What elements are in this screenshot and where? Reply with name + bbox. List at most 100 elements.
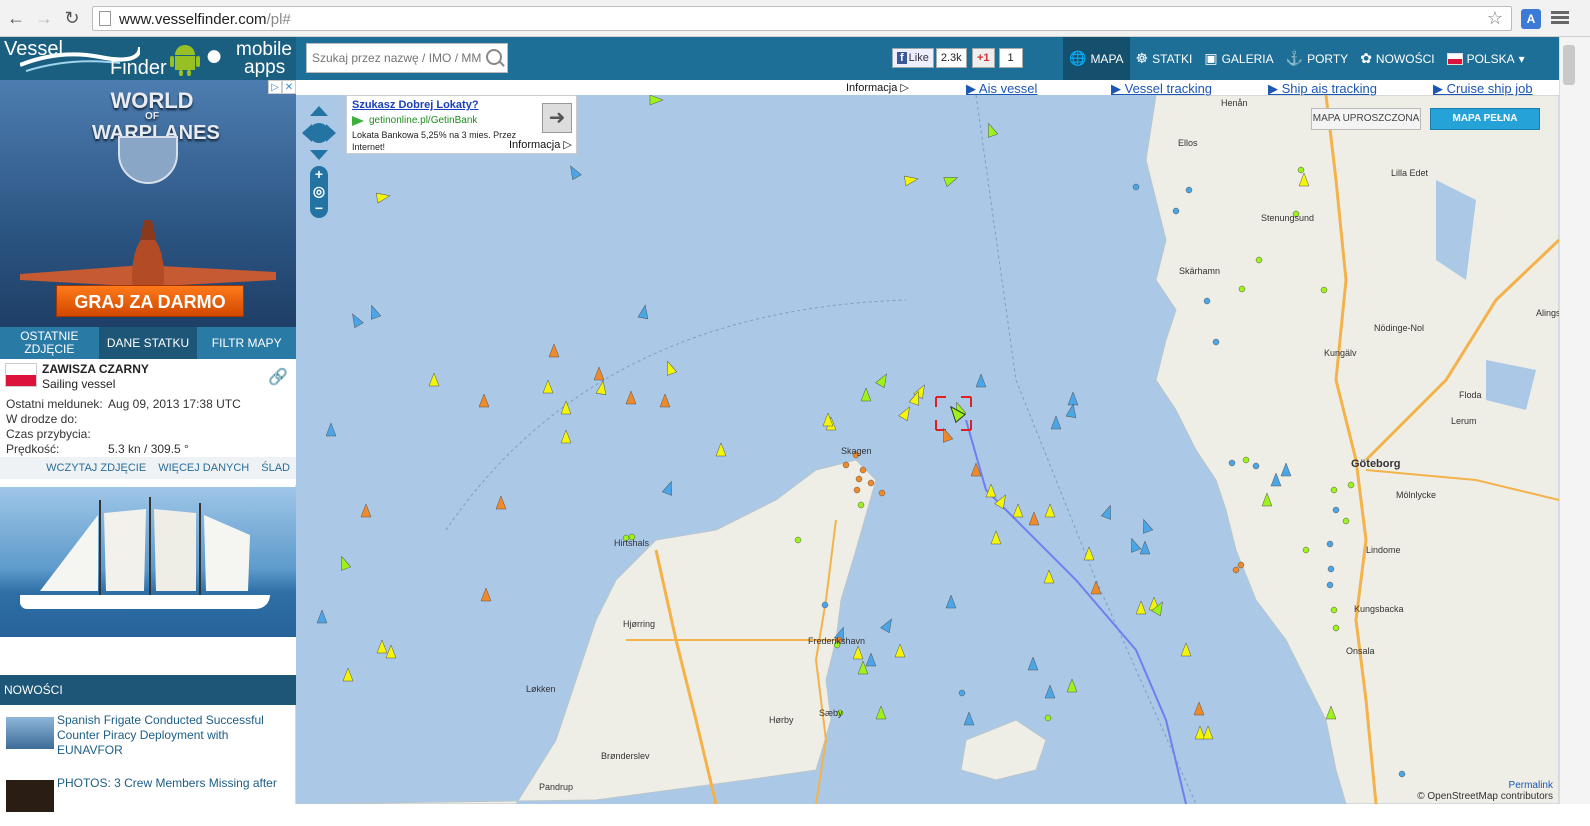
simple-map-button[interactable]: MAPA UPROSZCZONA [1311,108,1421,130]
anchored-vessel-dot[interactable] [1237,561,1245,569]
vessel-marker-icon[interactable] [975,373,987,388]
anchored-vessel-dot[interactable] [1238,285,1246,293]
anchored-vessel-dot[interactable] [1330,606,1338,614]
apple-icon[interactable]: ● [205,39,223,73]
search-input[interactable] [307,44,482,72]
vessel-marker-icon[interactable] [360,503,372,518]
pan-control[interactable] [302,106,336,160]
anchored-vessel-dot[interactable] [1320,286,1328,294]
vessel-marker-icon[interactable] [1100,504,1115,520]
nav-news[interactable]: ✿ NOWOŚCI [1354,37,1440,80]
anchored-vessel-dot[interactable] [1232,566,1240,574]
anchored-vessel-dot[interactable] [1228,459,1236,467]
address-bar[interactable]: www.vesselfinder.com/pl# ☆ [92,6,1512,31]
anchored-vessel-dot[interactable] [1330,486,1338,494]
bookmark-star-icon[interactable]: ☆ [1487,8,1503,29]
anchored-vessel-dot[interactable] [1252,462,1260,470]
tab-map-filter[interactable]: FILTR MAPY [197,327,296,359]
vessel-map[interactable]: Informacja ▷ ▶ Ais vessel ▶ Vessel track… [296,80,1559,804]
vessel-marker-icon[interactable] [316,609,328,624]
vessel-marker-icon[interactable] [1067,391,1079,406]
anchored-vessel-dot[interactable] [878,489,886,497]
anchored-vessel-dot[interactable] [1326,581,1334,589]
news-title[interactable]: PHOTOS: 3 Crew Members Missing after [57,776,287,791]
ad-link-ais-vessel[interactable]: ▶ Ais vessel [966,81,1037,97]
map-ad-title[interactable]: Szukasz Dobrej Lokaty? [352,99,479,111]
vessel-marker-icon[interactable] [715,442,727,457]
vessel-marker-icon[interactable] [1180,642,1192,657]
anchored-vessel-dot[interactable] [855,475,863,483]
ad-banner-world-of-warplanes[interactable]: ▷ ✕ WORLD OF WARPLANES GRAJ ZA DARMO [0,80,296,327]
vessel-marker-icon[interactable] [1135,600,1147,615]
vessel-marker-icon[interactable] [480,587,492,602]
vessel-marker-icon[interactable] [945,594,957,609]
map-ad-info[interactable]: Informacja ▷ [509,138,572,151]
anchored-vessel-dot[interactable] [1172,207,1180,215]
ad-close-icon[interactable]: ✕ [282,80,296,94]
anchored-vessel-dot[interactable] [1398,770,1406,778]
vessel-marker-icon[interactable] [376,639,388,654]
vessel-marker-icon[interactable] [943,173,960,188]
anchored-vessel-dot[interactable] [859,466,867,474]
anchored-vessel-dot[interactable] [842,461,850,469]
android-icon[interactable] [169,41,201,77]
vessel-marker-icon[interactable] [1193,701,1205,716]
anchored-vessel-dot[interactable] [1302,546,1310,554]
vessel-marker-icon[interactable] [1027,656,1039,671]
vessel-marker-icon[interactable] [548,343,560,358]
anchored-vessel-dot[interactable] [857,501,865,509]
vessel-marker-icon[interactable] [663,360,678,376]
map-ad-arrow-button[interactable]: ➜ [542,103,572,133]
vessel-marker-icon[interactable] [1028,511,1040,526]
translate-extension-icon[interactable]: A [1521,9,1541,29]
vessel-marker-icon[interactable] [375,191,391,204]
vessel-marker-icon[interactable] [566,163,582,181]
facebook-like-button[interactable]: f Like [892,48,934,68]
anchored-vessel-dot[interactable] [1332,506,1340,514]
vessel-marker-icon[interactable] [875,371,891,389]
back-icon[interactable]: ← [6,8,26,28]
vessel-marker-icon[interactable] [860,387,872,402]
vessel-marker-icon[interactable] [984,122,999,138]
zoom-out-button[interactable]: − [310,200,328,217]
news-item[interactable]: PHOTOS: 3 Crew Members Missing after [0,774,296,826]
vessel-marker-icon[interactable] [637,304,650,320]
anchored-vessel-dot[interactable] [794,536,802,544]
reload-icon[interactable]: ↻ [62,8,82,28]
anchored-vessel-dot[interactable] [1332,624,1340,632]
vessel-marker-icon[interactable] [1139,518,1154,534]
world-view-icon[interactable]: ◎ [310,183,328,200]
nav-gallery[interactable]: ▣ GALERIA [1198,37,1279,80]
vessel-marker-icon[interactable] [478,393,490,408]
anchored-vessel-dot[interactable] [1297,166,1305,174]
vessel-marker-icon[interactable] [1139,540,1151,555]
browser-menu-icon[interactable] [1551,9,1569,27]
vessel-marker-icon[interactable] [1065,403,1078,419]
vessel-marker-icon[interactable] [875,705,887,720]
map-ad-box[interactable]: Szukasz Dobrej Lokaty? getinonline.pl/Ge… [346,95,577,154]
map-ad-url[interactable]: getinonline.pl/GetinBank [369,115,477,126]
nav-map[interactable]: 🌐 MAPA [1063,37,1130,80]
anchored-vessel-dot[interactable] [853,486,861,494]
ad-choices-icon[interactable]: ▷ [268,80,282,94]
anchored-vessel-dot[interactable] [1132,183,1140,191]
news-item[interactable]: Spanish Frigate Conducted Successful Cou… [0,711,296,763]
vessel-marker-icon[interactable] [367,304,382,320]
anchored-vessel-dot[interactable] [1255,256,1263,264]
vessel-marker-icon[interactable] [963,711,975,726]
nav-ships[interactable]: ☸ STATKI [1130,37,1199,80]
tab-last-photo[interactable]: OSTATNIE ZDJĘCIE [0,327,99,359]
vessel-marker-icon[interactable] [1012,503,1024,518]
vessel-marker-icon[interactable] [1202,725,1214,740]
info-label[interactable]: Informacja ▷ [846,81,909,94]
vessel-marker-icon[interactable] [595,380,608,396]
ad-link-cruise-ship-job[interactable]: ▶ Cruise ship job [1433,81,1533,97]
news-title[interactable]: Spanish Frigate Conducted Successful Cou… [57,713,287,758]
vessel-marker-icon[interactable] [661,480,676,496]
anchored-vessel-dot[interactable] [821,601,829,609]
vessel-marker-icon[interactable] [542,379,554,394]
vessel-marker-icon[interactable] [1044,503,1056,518]
osm-credit[interactable]: © OpenStreetMap contributors [1417,791,1553,802]
vessel-marker-icon[interactable] [428,372,440,387]
page-scrollbar[interactable] [1559,37,1590,804]
